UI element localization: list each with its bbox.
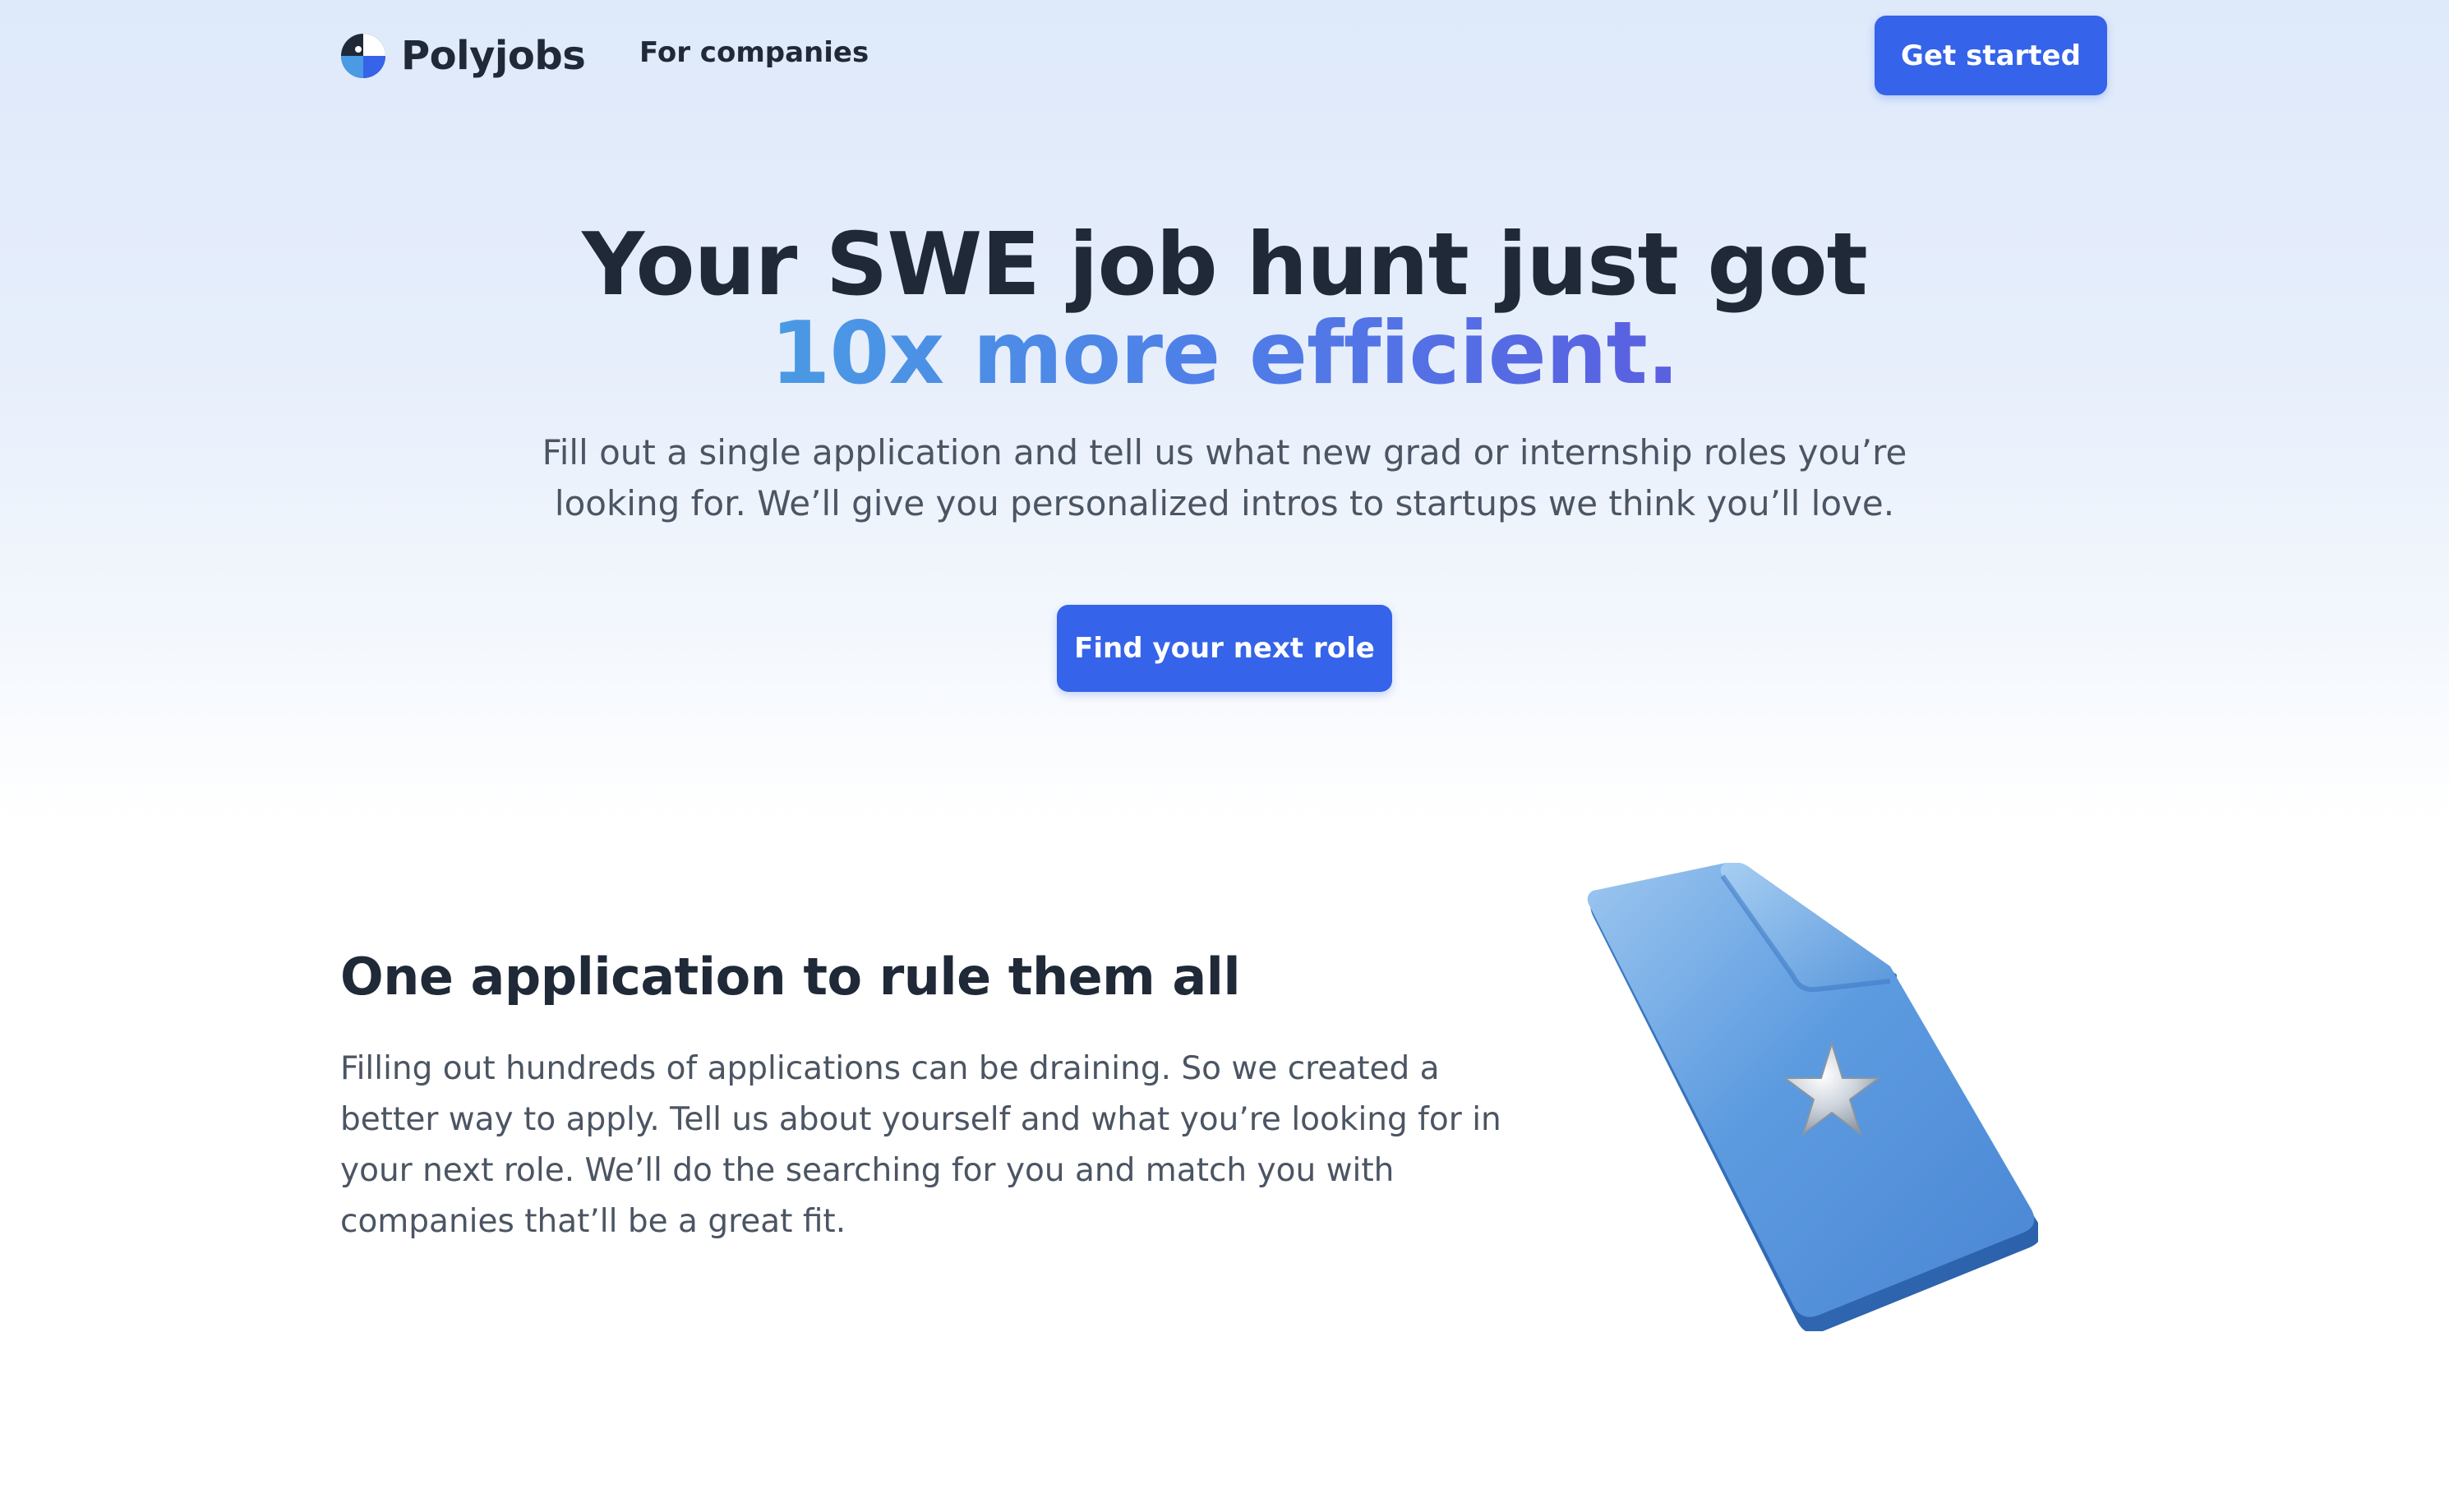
hero-subtitle: Fill out a single application and tell u…: [542, 432, 1907, 523]
brand-name: Polyjobs: [401, 33, 586, 79]
hero-title-line1: Your SWE job hunt just got: [582, 214, 1868, 315]
find-next-role-button[interactable]: Find your next role: [1057, 605, 1392, 692]
hero-title: Your SWE job hunt just got 10x more effi…: [0, 220, 2449, 398]
feature-title: One application to rule them all: [340, 947, 1241, 1007]
for-companies-link[interactable]: For companies: [639, 36, 869, 69]
hero-title-highlight: 10x more efficient.: [770, 303, 1679, 403]
brand-logo-link[interactable]: Polyjobs: [340, 31, 586, 81]
feature-description: Filling out hundreds of applications can…: [340, 1050, 1501, 1240]
document-star-icon: [1587, 863, 2038, 1331]
parrot-logo-icon: [341, 34, 385, 78]
top-nav: Polyjobs For companies Get started: [0, 0, 2449, 112]
get-started-button[interactable]: Get started: [1875, 16, 2107, 95]
